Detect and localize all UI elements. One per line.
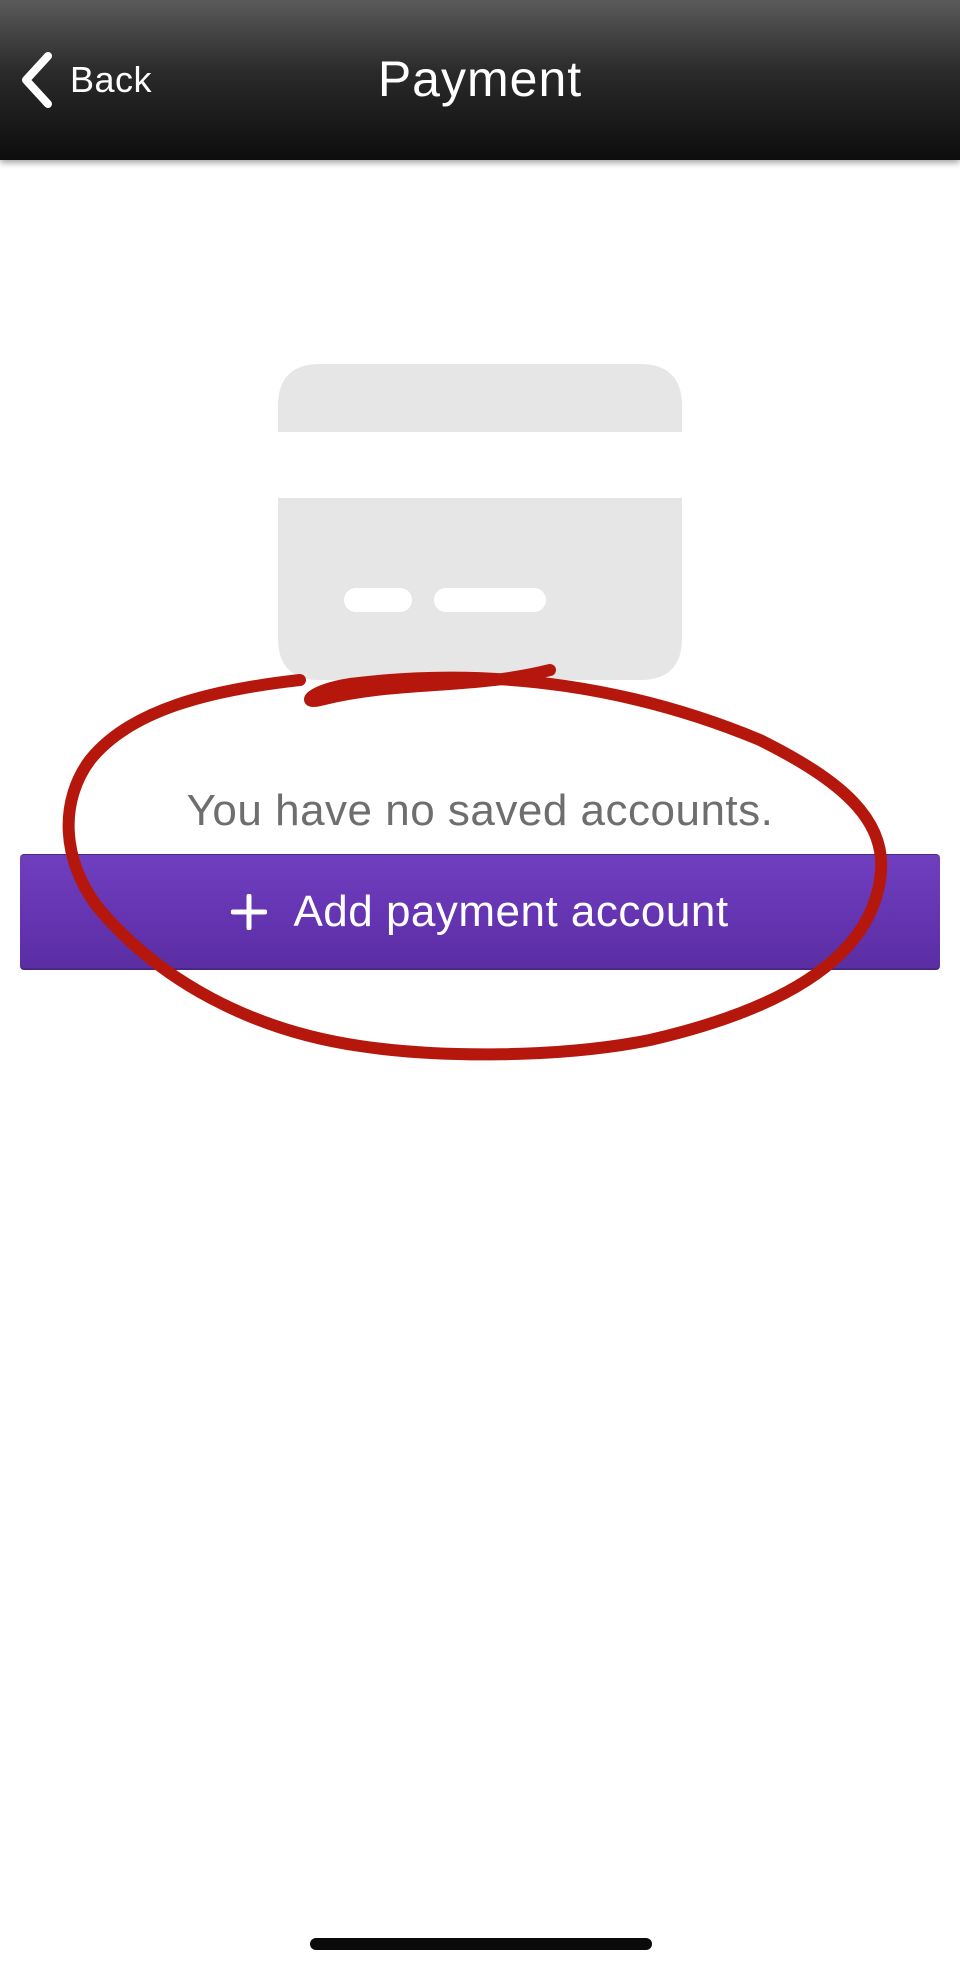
navigation-bar: Back Payment — [0, 0, 960, 160]
add-payment-account-label: Add payment account — [293, 886, 729, 936]
home-indicator — [310, 1938, 652, 1950]
page-title: Payment — [377, 51, 583, 107]
red-circle-annotation — [62, 664, 888, 1061]
add-payment-account-button[interactable]: Add payment account — [20, 854, 940, 970]
plus-icon — [231, 893, 268, 930]
empty-state-message: You have no saved accounts. — [186, 786, 774, 835]
payment-screen: Back Payment You have no saved accounts.… — [0, 0, 960, 1971]
credit-card-icon — [278, 364, 682, 680]
